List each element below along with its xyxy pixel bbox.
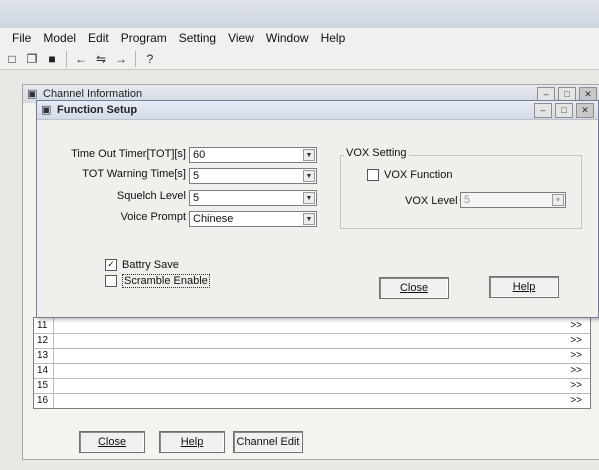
- vox-setting-legend: VOX Setting: [344, 147, 409, 159]
- tot-select[interactable]: 60 ▼: [189, 147, 317, 163]
- table-row[interactable]: 14 >>: [34, 363, 590, 379]
- chevron-down-icon: ▼: [552, 194, 564, 206]
- tot-warning-label: TOT Warning Time[s]: [82, 168, 186, 180]
- squelch-select[interactable]: 5 ▼: [189, 190, 317, 206]
- chevron-down-icon[interactable]: ▼: [303, 170, 315, 182]
- channel-number: 16: [34, 393, 54, 408]
- minimize-button[interactable]: –: [534, 103, 552, 118]
- scramble-enable-checkbox[interactable]: Scramble Enable: [105, 274, 210, 288]
- channel-number: 14: [34, 363, 54, 378]
- toolbar-separator: [135, 50, 136, 67]
- chevron-down-icon[interactable]: ▼: [303, 213, 315, 225]
- channel-number: 12: [34, 333, 54, 348]
- battery-save-label: Battry Save: [122, 259, 179, 271]
- new-file-icon[interactable]: □: [4, 51, 20, 67]
- vox-function-label: VOX Function: [384, 169, 453, 181]
- help-icon[interactable]: ?: [142, 51, 158, 67]
- function-setup-titlebar[interactable]: ▣ Function Setup – □ ✕: [37, 101, 598, 120]
- squelch-label: Squelch Level: [116, 190, 186, 202]
- menu-view[interactable]: View: [222, 28, 260, 48]
- channel-number: 15: [34, 378, 54, 393]
- vox-level-label: VOX Level: [405, 195, 458, 207]
- table-row[interactable]: 13 >>: [34, 348, 590, 364]
- menu-file[interactable]: File: [6, 28, 37, 48]
- help-button[interactable]: Help: [159, 431, 225, 453]
- chevron-down-icon[interactable]: ▼: [303, 192, 315, 204]
- function-setup-dialog: ▣ Function Setup – □ ✕ Time Out Timer[TO…: [36, 100, 599, 318]
- menu-program[interactable]: Program: [115, 28, 173, 48]
- checkbox-unchecked[interactable]: [367, 169, 379, 181]
- tot-warning-select[interactable]: 5 ▼: [189, 168, 317, 184]
- close-window-button[interactable]: ✕: [576, 103, 594, 118]
- toolbar: □ ❐ ■ ← ⇋ → ?: [0, 48, 599, 70]
- menu-bar: File Model Edit Program Setting View Win…: [0, 28, 599, 48]
- function-setup-title: Function Setup: [57, 104, 138, 116]
- tot-warning-value: 5: [193, 170, 200, 182]
- toolbar-separator: [66, 50, 67, 67]
- squelch-value: 5: [193, 192, 200, 204]
- table-row[interactable]: 16 >>: [34, 393, 590, 408]
- tot-value: 60: [193, 149, 206, 161]
- voice-prompt-select[interactable]: Chinese ▼: [189, 211, 317, 227]
- maximize-button[interactable]: □: [555, 103, 573, 118]
- close-button[interactable]: Close: [379, 277, 449, 299]
- voice-prompt-value: Chinese: [193, 213, 234, 225]
- save-icon[interactable]: ■: [44, 51, 60, 67]
- vox-function-checkbox[interactable]: VOX Function: [367, 169, 452, 181]
- row-expand-arrow[interactable]: >>: [570, 333, 582, 348]
- channel-window-title: Channel Information: [43, 88, 143, 100]
- close-button[interactable]: Close: [79, 431, 145, 453]
- channel-grid: 11 >> 12 >> 13 >> 14 >> 15 >> 16 >>: [33, 317, 591, 409]
- battery-save-checkbox[interactable]: ✓ Battry Save: [105, 259, 179, 271]
- channel-number: 13: [34, 348, 54, 363]
- window-icon: ▣: [41, 104, 52, 116]
- tot-label: Time Out Timer[TOT][s]: [71, 148, 186, 160]
- row-expand-arrow[interactable]: >>: [570, 318, 582, 333]
- channel-edit-button[interactable]: Channel Edit: [233, 431, 303, 453]
- checkbox-checked[interactable]: ✓: [105, 259, 117, 271]
- table-row[interactable]: 15 >>: [34, 378, 590, 394]
- row-expand-arrow[interactable]: >>: [570, 378, 582, 393]
- menu-model[interactable]: Model: [37, 28, 82, 48]
- background-strip: [0, 0, 599, 28]
- help-button[interactable]: Help: [489, 276, 559, 298]
- menu-edit[interactable]: Edit: [82, 28, 115, 48]
- menu-setting[interactable]: Setting: [173, 28, 222, 48]
- menu-window[interactable]: Window: [260, 28, 315, 48]
- window-icon: ▣: [27, 88, 38, 100]
- open-folder-icon[interactable]: ❐: [24, 51, 40, 67]
- row-expand-arrow[interactable]: >>: [570, 363, 582, 378]
- menu-help[interactable]: Help: [315, 28, 352, 48]
- chevron-down-icon[interactable]: ▼: [303, 149, 315, 161]
- checkbox-unchecked[interactable]: [105, 275, 117, 287]
- channel-number: 11: [34, 318, 54, 333]
- scramble-enable-label: Scramble Enable: [122, 274, 210, 288]
- vox-level-value: 5: [464, 194, 471, 206]
- row-expand-arrow[interactable]: >>: [570, 393, 582, 408]
- row-expand-arrow[interactable]: >>: [570, 348, 582, 363]
- table-row[interactable]: 11 >>: [34, 318, 590, 334]
- back-arrow-icon[interactable]: ←: [73, 51, 89, 67]
- read-radio-icon[interactable]: ⇋: [93, 51, 109, 67]
- forward-arrow-icon[interactable]: →: [113, 51, 129, 67]
- vox-level-select: 5 ▼: [460, 192, 566, 208]
- table-row[interactable]: 12 >>: [34, 333, 590, 349]
- voice-prompt-label: Voice Prompt: [120, 211, 186, 223]
